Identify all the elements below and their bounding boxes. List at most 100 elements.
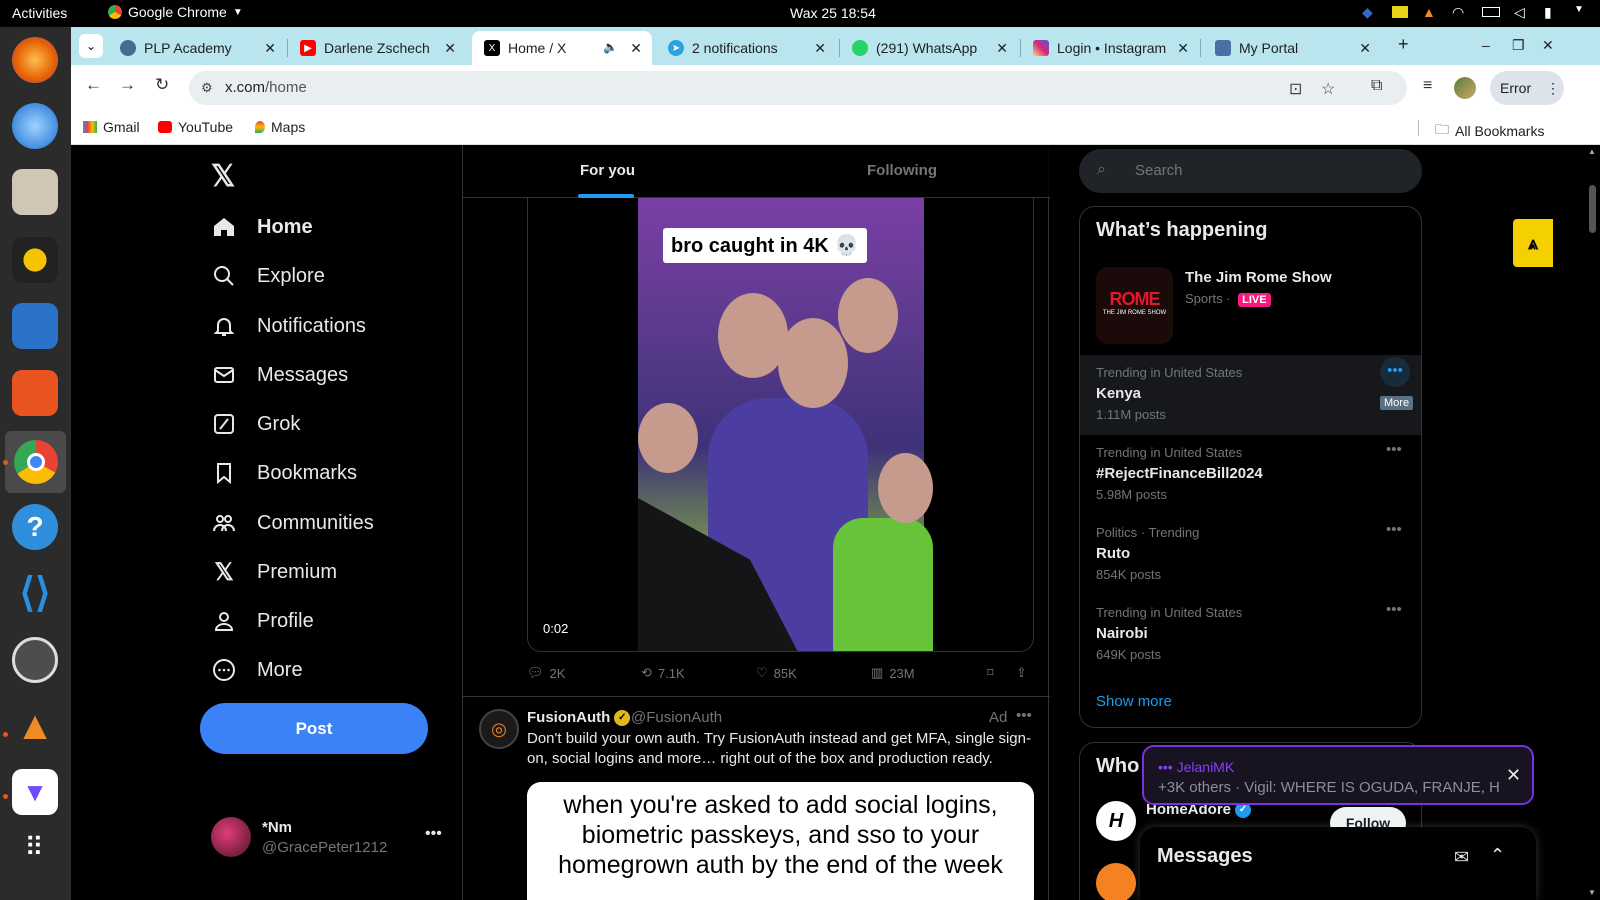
more-dots-icon[interactable]: ••• xyxy=(1386,601,1402,618)
chrome-dock-icon[interactable] xyxy=(5,431,66,493)
close-icon[interactable]: ✕ xyxy=(1359,40,1371,57)
activities-button[interactable]: Activities xyxy=(12,5,67,21)
rhythmbox-icon[interactable] xyxy=(12,237,58,283)
close-icon[interactable]: ✕ xyxy=(1177,40,1189,57)
bookmark-youtube[interactable]: YouTube xyxy=(158,119,233,135)
tab-following[interactable]: Following xyxy=(867,162,937,179)
x-logo-icon[interactable]: 𝕏 xyxy=(211,159,235,194)
nav-premium[interactable]: 𝕏 Premium xyxy=(211,552,451,592)
sync-error-button[interactable]: Error ⋮ xyxy=(1490,71,1564,105)
speaker-icon[interactable]: 🔈 xyxy=(603,40,618,54)
media-controls-icon[interactable]: ≡ xyxy=(1423,77,1432,95)
tab-search-button[interactable]: ⌄ xyxy=(79,34,103,58)
software-updater-icon[interactable] xyxy=(12,637,58,683)
bookmark-tweet-button[interactable]: ⌑ xyxy=(987,665,994,681)
expand-icon[interactable]: ⌃ xyxy=(1490,845,1505,866)
firefox-icon[interactable] xyxy=(12,37,58,83)
ad-author-name[interactable]: FusionAuth ✓ xyxy=(527,709,631,727)
thunderbird-icon[interactable] xyxy=(12,103,58,149)
more-dots-icon[interactable]: ••• xyxy=(1386,441,1402,458)
close-icon[interactable]: ✕ xyxy=(996,40,1008,57)
nav-home[interactable]: Home xyxy=(211,207,451,247)
close-icon[interactable]: ✕ xyxy=(1506,765,1521,786)
tweet-video[interactable]: bro caught in 4K 💀 0:02 xyxy=(527,198,1034,652)
ad-author-handle[interactable]: @FusionAuth xyxy=(631,709,722,726)
repost-button[interactable]: ⟲ 7.1K xyxy=(641,665,685,681)
tab-youtube[interactable]: ▶ Darlene Zschech ✕ xyxy=(288,31,466,65)
star-icon[interactable]: ☆ xyxy=(1321,79,1335,99)
vlc-icon[interactable]: ▲ xyxy=(12,703,58,749)
nav-more[interactable]: More xyxy=(211,650,451,690)
close-icon[interactable]: ✕ xyxy=(814,40,826,57)
trend-item[interactable]: Trending in United States Kenya 1.11M po… xyxy=(1080,355,1421,435)
tab-my-portal[interactable]: My Portal ✕ xyxy=(1203,31,1381,65)
nav-bookmarks[interactable]: Bookmarks xyxy=(211,453,451,493)
close-icon[interactable]: ✕ xyxy=(444,40,456,57)
nav-communities[interactable]: Communities xyxy=(211,503,451,543)
close-icon[interactable]: ✕ xyxy=(630,40,642,57)
promoted-tweet[interactable]: ◎ FusionAuth ✓ @FusionAuth Ad ••• Don't b… xyxy=(463,697,1050,900)
tab-plp-academy[interactable]: PLP Academy ✕ xyxy=(108,31,286,65)
nav-explore[interactable]: Explore xyxy=(211,256,451,296)
nav-notifications[interactable]: Notifications xyxy=(211,306,451,346)
proton-vpn-icon[interactable]: ▼ xyxy=(12,769,58,815)
scrollbar-thumb[interactable] xyxy=(1589,185,1596,233)
software-icon[interactable] xyxy=(12,370,58,416)
profile-avatar[interactable] xyxy=(1454,77,1476,99)
nav-grok[interactable]: Grok xyxy=(211,404,451,444)
tab-instagram[interactable]: Login • Instagram ✕ xyxy=(1021,31,1199,65)
scroll-down-icon[interactable]: ▼ xyxy=(1588,888,1596,897)
search-box[interactable]: ⌕ Search xyxy=(1079,149,1422,193)
avatar[interactable] xyxy=(1096,863,1136,900)
site-info-icon[interactable]: ⚙ xyxy=(201,80,213,96)
files-icon[interactable] xyxy=(12,169,58,215)
address-bar[interactable]: ⚙ x.com/home ⊡ ☆ xyxy=(189,71,1407,105)
forward-arrow-icon[interactable]: → xyxy=(119,75,136,95)
show-apps-icon[interactable]: ⠿ xyxy=(12,824,58,870)
kebab-menu-icon[interactable]: ⋮ xyxy=(1546,71,1560,105)
all-bookmarks-button[interactable]: 🗀 All Bookmarks xyxy=(1435,119,1544,143)
back-arrow-icon[interactable]: ← xyxy=(85,75,102,95)
share-button[interactable]: ⇪ xyxy=(1016,665,1027,681)
ad-image[interactable]: when you're asked to add social logins, … xyxy=(527,782,1034,900)
account-switcher[interactable]: *Nm @GracePeter1212 ••• xyxy=(211,817,451,863)
extensions-icon[interactable]: ⧉ xyxy=(1371,77,1382,95)
scroll-up-icon[interactable]: ▲ xyxy=(1588,147,1596,156)
more-dots-icon[interactable]: ••• xyxy=(1386,521,1402,538)
extension-badge-icon[interactable]: ⩓ xyxy=(1513,219,1553,267)
messages-drawer[interactable]: Messages ✉ ⌃ xyxy=(1140,827,1536,900)
new-tab-plus-icon[interactable]: + xyxy=(1398,34,1409,55)
clock[interactable]: Wax 25 18:54 xyxy=(790,5,876,21)
trend-item[interactable]: Politics · Trending Ruto 854K posts ••• xyxy=(1080,515,1421,595)
writer-icon[interactable] xyxy=(12,303,58,349)
help-icon[interactable]: ? xyxy=(12,504,58,550)
app-menu[interactable]: Google Chrome ▼ xyxy=(108,4,243,20)
install-app-icon[interactable]: ⊡ xyxy=(1289,79,1302,99)
tab-telegram[interactable]: ➤ 2 notifications ✕ xyxy=(656,31,836,65)
vscode-icon[interactable]: ⟨⟩ xyxy=(12,570,58,616)
fusionauth-avatar[interactable]: ◎ xyxy=(479,709,519,749)
post-button[interactable]: Post xyxy=(200,703,428,754)
reload-icon[interactable]: ↻ xyxy=(155,75,169,95)
notification-popup[interactable]: ••• JelaniMK +3K others · Vigil: WHERE I… xyxy=(1142,745,1534,805)
nav-messages[interactable]: Messages xyxy=(211,355,451,395)
nav-profile[interactable]: Profile xyxy=(211,601,451,641)
new-message-icon[interactable]: ✉ xyxy=(1454,847,1469,868)
trend-item[interactable]: Trending in United States Nairobi 649K p… xyxy=(1080,595,1421,675)
more-dots-icon[interactable]: ••• xyxy=(1380,357,1410,387)
maximize-icon[interactable]: ❐ xyxy=(1512,37,1525,54)
tab-whatsapp[interactable]: (291) WhatsApp ✕ xyxy=(840,31,1018,65)
window-close-icon[interactable]: ✕ xyxy=(1542,37,1554,54)
minimize-icon[interactable]: – xyxy=(1482,37,1490,53)
more-dots-icon[interactable]: ••• xyxy=(1016,707,1032,724)
bookmark-gmail[interactable]: Gmail xyxy=(83,119,140,135)
close-icon[interactable]: ✕ xyxy=(264,40,276,57)
more-dots-icon[interactable]: ••• xyxy=(425,825,442,843)
show-more-link[interactable]: Show more xyxy=(1096,693,1172,710)
tab-for-you[interactable]: For you xyxy=(580,162,635,179)
like-button[interactable]: ♡ 85K xyxy=(756,665,797,681)
avatar[interactable]: H xyxy=(1096,801,1136,841)
reply-button[interactable]: 💬︎ 2K xyxy=(527,665,565,681)
featured-event[interactable]: ROME THE JIM ROME SHOW The Jim Rome Show… xyxy=(1096,267,1406,347)
bookmark-maps[interactable]: Maps xyxy=(255,119,305,135)
